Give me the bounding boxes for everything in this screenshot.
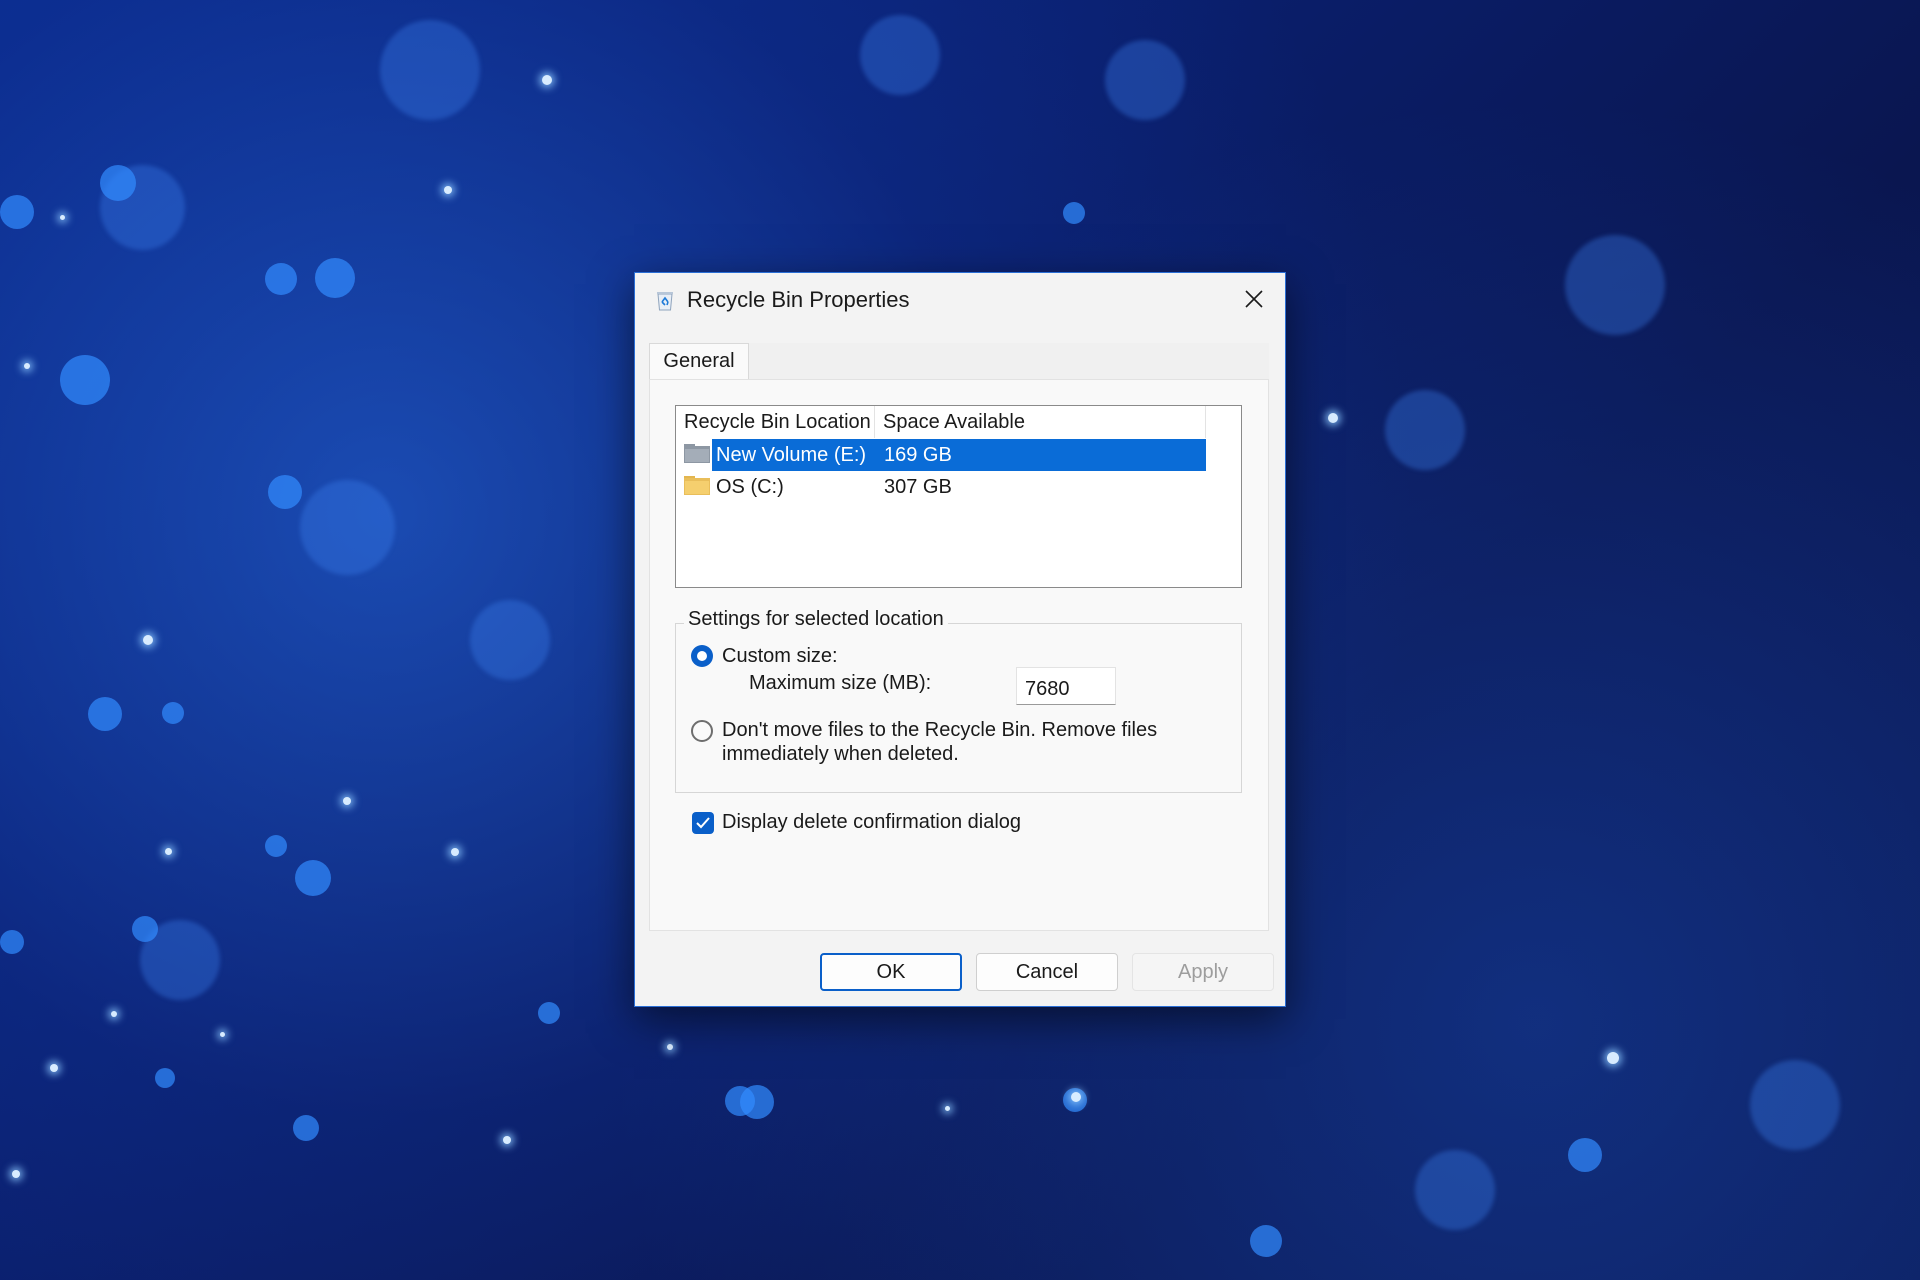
checkmark-icon [696, 817, 710, 829]
folder-icon [684, 476, 710, 495]
tab-general[interactable]: General [649, 343, 749, 379]
apply-button[interactable]: Apply [1132, 953, 1274, 991]
drive-icon [684, 444, 710, 463]
tab-strip: General [649, 343, 1269, 379]
dont-move-label-line2: immediately when deleted. [722, 743, 959, 765]
settings-group-label: Settings for selected location [684, 608, 948, 631]
space-cell: 169 GB [884, 444, 952, 466]
delete-confirmation-label: Display delete confirmation dialog [722, 811, 1022, 833]
list-item[interactable]: OS (C:) 307 GB [682, 471, 1206, 503]
ok-button[interactable]: OK [820, 953, 962, 991]
general-tab-panel: Recycle Bin Location Space Available New… [649, 379, 1269, 931]
window-title: Recycle Bin Properties [687, 287, 910, 312]
cancel-button[interactable]: Cancel [976, 953, 1118, 991]
settings-group: Settings for selected location Custom si… [675, 608, 1242, 793]
recycle-bin-location-list[interactable]: Recycle Bin Location Space Available New… [675, 405, 1242, 588]
close-icon [1245, 290, 1263, 308]
column-header-location[interactable]: Recycle Bin Location [676, 406, 875, 438]
max-size-label: Maximum size (MB): [749, 672, 932, 694]
column-header-space[interactable]: Space Available [875, 406, 1206, 438]
title-bar[interactable]: Recycle Bin Properties [635, 273, 1285, 329]
recycle-bin-icon [657, 292, 673, 311]
custom-size-radio[interactable] [691, 645, 713, 667]
list-item[interactable]: New Volume (E:) 169 GB [682, 439, 1206, 471]
location-cell: OS (C:) [716, 476, 784, 498]
space-cell: 307 GB [884, 476, 952, 498]
max-size-input[interactable] [1016, 667, 1116, 705]
custom-size-label: Custom size: [722, 645, 838, 667]
close-button[interactable] [1231, 279, 1277, 319]
list-header: Recycle Bin Location Space Available [676, 406, 1206, 438]
dont-move-label-line1: Don't move files to the Recycle Bin. Rem… [722, 719, 1158, 741]
dont-move-radio[interactable] [691, 720, 713, 742]
delete-confirmation-checkbox[interactable] [692, 812, 714, 834]
location-cell: New Volume (E:) [716, 444, 867, 466]
recycle-bin-properties-dialog: Recycle Bin Properties General Recycle B… [634, 272, 1286, 1007]
